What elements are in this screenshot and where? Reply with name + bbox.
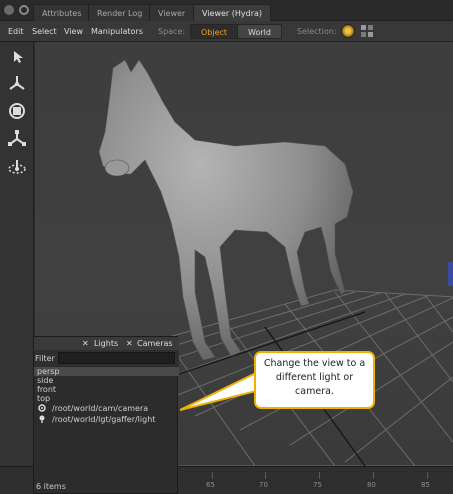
manipulator-toolbar xyxy=(0,42,34,494)
camera-icon xyxy=(38,404,46,412)
callout-tooltip: Change the view to a different light or … xyxy=(254,351,375,409)
panel-tab-bar: Attributes Render Log Viewer Viewer (Hyd… xyxy=(0,0,453,21)
camera-list: persp side front top /root/world/cam/cam… xyxy=(34,367,179,425)
panel-menu-icon[interactable] xyxy=(4,5,14,15)
tab-render-log[interactable]: Render Log xyxy=(88,4,152,21)
select-arrow-icon[interactable] xyxy=(6,46,28,68)
list-item[interactable]: persp xyxy=(34,367,179,376)
list-item[interactable]: top xyxy=(34,394,179,403)
list-item[interactable]: front xyxy=(34,385,179,394)
close-icon[interactable]: ✕ xyxy=(82,339,89,348)
list-item[interactable]: side xyxy=(34,376,179,385)
space-object-button[interactable]: Object xyxy=(190,24,239,39)
timeline-tick: 80 xyxy=(367,481,376,489)
horse-model xyxy=(98,59,354,361)
tab-cameras[interactable]: Cameras xyxy=(137,339,173,348)
filter-row: Filter xyxy=(34,350,179,366)
timeline-tick: 65 xyxy=(206,481,215,489)
timeline-tick: 85 xyxy=(421,481,430,489)
space-world-button[interactable]: World xyxy=(237,24,282,39)
selection-label: Selection: xyxy=(297,27,337,36)
menu-manipulators[interactable]: Manipulators xyxy=(91,27,143,36)
list-item-light[interactable]: /root/world/lgt/gaffer/light xyxy=(34,414,179,425)
space-label: Space: xyxy=(158,27,186,36)
timeline-tick: 75 xyxy=(313,481,322,489)
scale-icon[interactable] xyxy=(6,128,28,150)
list-item-camera[interactable]: /root/world/cam/camera xyxy=(34,403,179,414)
tab-attributes[interactable]: Attributes xyxy=(33,4,91,21)
rotate-icon[interactable] xyxy=(6,100,28,122)
menu-edit[interactable]: Edit xyxy=(8,27,24,36)
filter-label: Filter xyxy=(35,354,55,363)
tab-viewer-hydra[interactable]: Viewer (Hydra) xyxy=(193,4,271,21)
tab-viewer[interactable]: Viewer xyxy=(149,4,195,21)
viewer-menubar: Edit Select View Manipulators Space: Obj… xyxy=(0,21,453,42)
light-path: /root/world/lgt/gaffer/light xyxy=(52,415,156,424)
tab-lights[interactable]: Lights xyxy=(94,339,118,348)
menu-view[interactable]: View xyxy=(64,27,83,36)
camera-orbit-icon[interactable] xyxy=(6,156,28,178)
filter-input[interactable] xyxy=(58,352,175,364)
edge-indicator xyxy=(448,262,453,286)
gear-icon[interactable] xyxy=(19,5,29,15)
panel-tabs: ✕ Lights ✕ Cameras xyxy=(34,337,179,350)
lights-cameras-panel: ✕ Lights ✕ Cameras Filter persp side fro… xyxy=(33,336,179,494)
close-icon[interactable]: ✕ xyxy=(126,339,133,348)
selection-sphere-icon[interactable] xyxy=(341,24,355,38)
item-count: 6 items xyxy=(36,482,66,491)
translate-icon[interactable] xyxy=(6,73,28,95)
selection-group-icon[interactable] xyxy=(360,24,374,38)
light-icon xyxy=(38,415,46,423)
callout-pointer xyxy=(180,372,257,411)
camera-path: /root/world/cam/camera xyxy=(52,404,149,413)
timeline-tick: 70 xyxy=(259,481,268,489)
menu-select[interactable]: Select xyxy=(32,27,57,36)
